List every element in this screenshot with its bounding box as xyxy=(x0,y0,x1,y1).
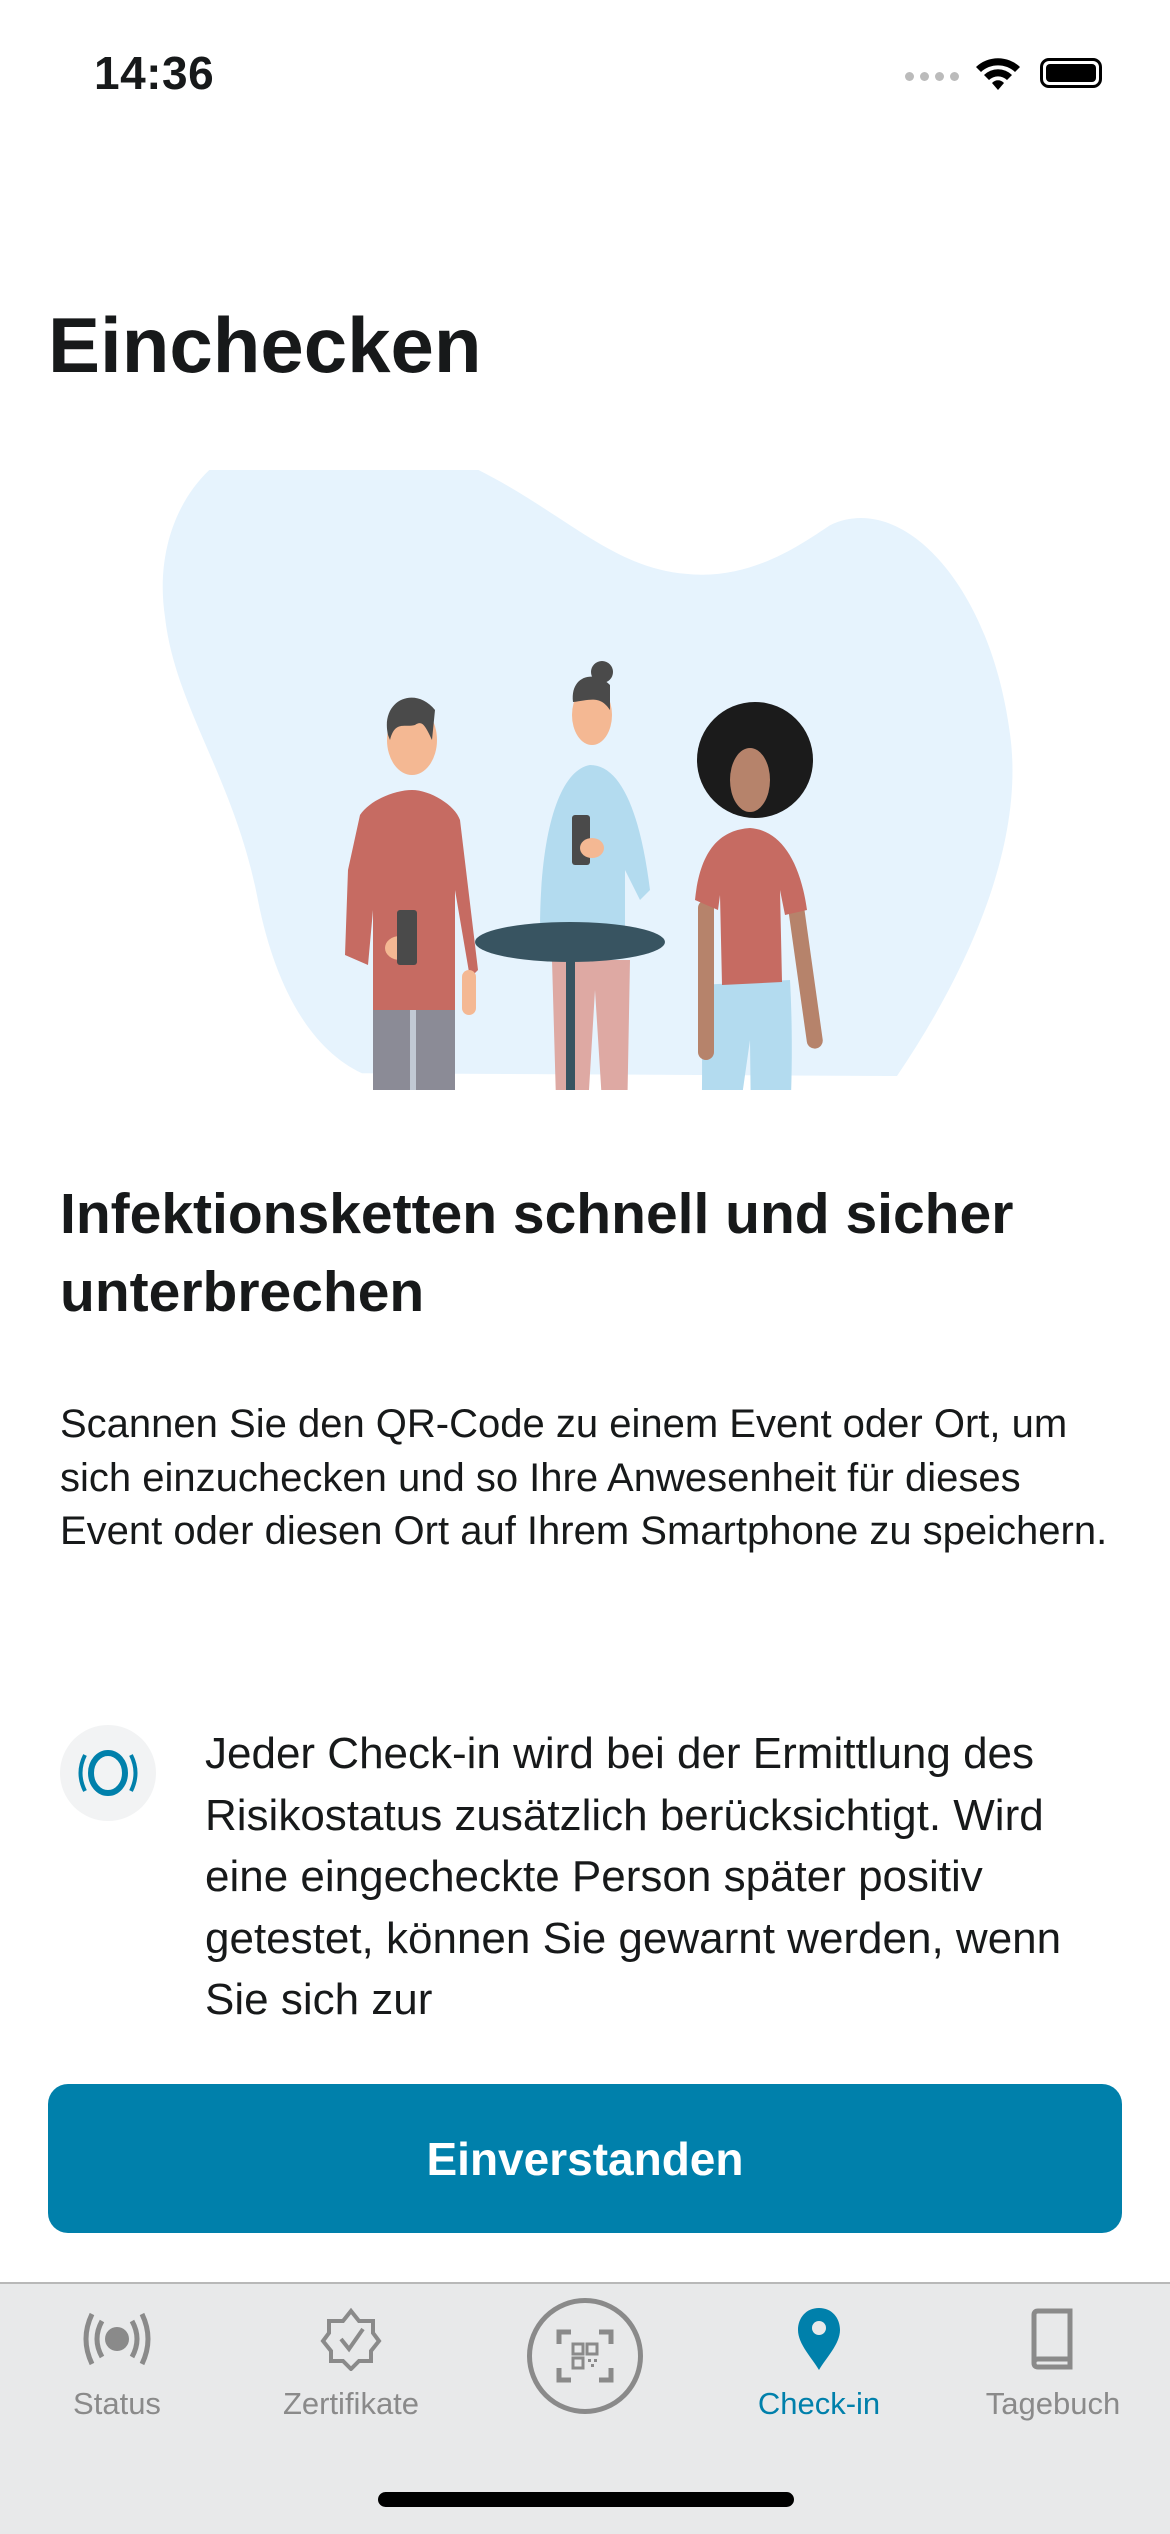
tab-label: Tagebuch xyxy=(985,2386,1121,2421)
home-indicator[interactable] xyxy=(378,2492,794,2507)
tab-status[interactable]: Status xyxy=(0,2284,234,2464)
qr-scan-icon xyxy=(527,2298,643,2414)
status-broadcast-icon xyxy=(82,2304,152,2374)
battery-icon xyxy=(1040,58,1102,88)
tab-scan-qr[interactable] xyxy=(468,2284,702,2464)
tab-label: Zertifikate xyxy=(282,2386,420,2421)
agree-button[interactable]: Einverstanden xyxy=(48,2084,1122,2233)
signal-dots-icon xyxy=(905,72,959,81)
status-time: 14:36 xyxy=(94,47,215,99)
headline: Infektionsketten schnell und sicher unte… xyxy=(60,1182,1014,1324)
tab-label: Status xyxy=(73,2386,161,2421)
wifi-icon xyxy=(976,58,1020,90)
location-pin-icon xyxy=(784,2304,854,2374)
feature-text: Jeder Check-in wird bei der Ermittlung d… xyxy=(205,1729,1062,2024)
description-text: Scannen Sie den QR-Code zu einem Event o… xyxy=(60,1402,1108,1553)
tab-diary[interactable]: Tagebuch xyxy=(936,2284,1170,2464)
certificate-badge-icon xyxy=(316,2304,386,2374)
page-title: Einchecken xyxy=(48,301,482,389)
risk-status-icon xyxy=(60,1725,156,1821)
check-in-illustration xyxy=(162,470,1013,1090)
tab-check-in[interactable]: Check-in xyxy=(702,2284,936,2464)
tab-label: Check-in xyxy=(757,2386,881,2421)
tab-certificates[interactable]: Zertifikate xyxy=(234,2284,468,2464)
diary-book-icon xyxy=(1018,2304,1088,2374)
